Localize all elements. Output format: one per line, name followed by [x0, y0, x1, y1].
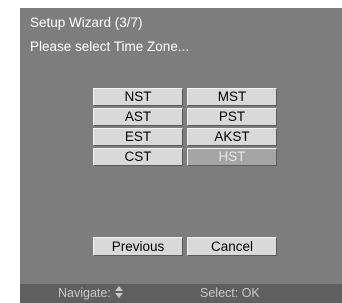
wizard-title: Setup Wizard (3/7): [30, 15, 143, 30]
time-zone-grid: NST MST AST PST EST AKST CST HST: [93, 88, 277, 166]
wizard-prompt: Please select Time Zone...: [30, 39, 190, 54]
wizard-buttons: Previous Cancel: [93, 237, 277, 256]
up-down-arrows-icon: [114, 286, 123, 298]
time-zone-option-nst[interactable]: NST: [93, 88, 183, 106]
time-zone-option-est[interactable]: EST: [93, 128, 183, 146]
navigate-label: Navigate:: [58, 286, 111, 300]
time-zone-option-hst[interactable]: HST: [187, 148, 277, 166]
setup-wizard-screen: Setup Wizard (3/7) Please select Time Zo…: [20, 8, 342, 303]
time-zone-option-mst[interactable]: MST: [187, 88, 277, 106]
cancel-button[interactable]: Cancel: [187, 237, 277, 256]
time-zone-option-akst[interactable]: AKST: [187, 128, 277, 146]
navigate-hint: Navigate:: [58, 284, 123, 303]
time-zone-option-ast[interactable]: AST: [93, 108, 183, 126]
time-zone-option-pst[interactable]: PST: [187, 108, 277, 126]
time-zone-option-cst[interactable]: CST: [93, 148, 183, 166]
help-bar: Navigate: Select: OK: [20, 284, 342, 303]
previous-button[interactable]: Previous: [93, 237, 183, 256]
select-hint: Select: OK: [200, 286, 260, 300]
